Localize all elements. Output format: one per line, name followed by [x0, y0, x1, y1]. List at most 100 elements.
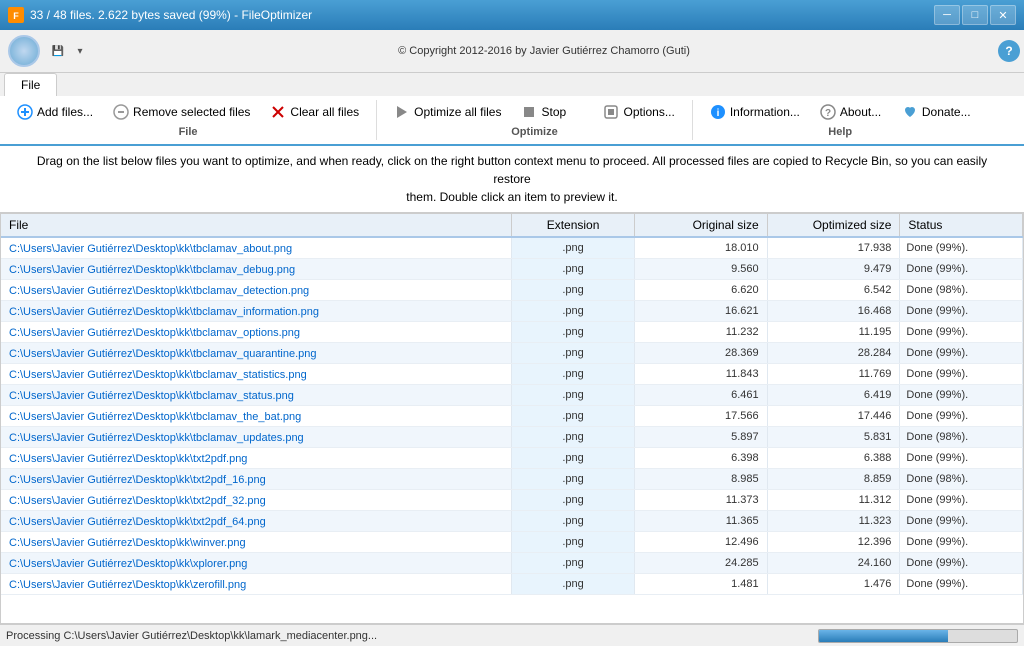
file-link[interactable]: C:\Users\Javier Gutiérrez\Desktop\kk\txt…	[9, 495, 266, 507]
about-icon: ?	[820, 104, 836, 120]
cell-extension: .png	[512, 406, 635, 427]
minimize-button[interactable]: ─	[934, 5, 960, 25]
th-status[interactable]: Status	[900, 214, 1023, 237]
quick-save-button[interactable]: 💾	[48, 41, 68, 61]
table-row[interactable]: C:\Users\Javier Gutiérrez\Desktop\kk\tbc…	[1, 237, 1023, 259]
file-link[interactable]: C:\Users\Javier Gutiérrez\Desktop\kk\tbc…	[9, 243, 292, 255]
file-link[interactable]: C:\Users\Javier Gutiérrez\Desktop\kk\win…	[9, 537, 246, 549]
table-row[interactable]: C:\Users\Javier Gutiérrez\Desktop\kk\tbc…	[1, 259, 1023, 280]
donate-icon	[902, 104, 918, 120]
help-button[interactable]: ?	[998, 40, 1020, 62]
cell-file[interactable]: C:\Users\Javier Gutiérrez\Desktop\kk\zer…	[1, 574, 512, 595]
cell-optimized-size: 6.542	[767, 280, 900, 301]
table-row[interactable]: C:\Users\Javier Gutiérrez\Desktop\kk\tbc…	[1, 406, 1023, 427]
file-link[interactable]: C:\Users\Javier Gutiérrez\Desktop\kk\tbc…	[9, 285, 309, 297]
cell-extension: .png	[512, 469, 635, 490]
cell-file[interactable]: C:\Users\Javier Gutiérrez\Desktop\kk\tbc…	[1, 259, 512, 280]
optimize-all-label: Optimize all files	[414, 105, 501, 119]
cell-file[interactable]: C:\Users\Javier Gutiérrez\Desktop\kk\tbc…	[1, 322, 512, 343]
file-link[interactable]: C:\Users\Javier Gutiérrez\Desktop\kk\tbc…	[9, 390, 294, 402]
cell-file[interactable]: C:\Users\Javier Gutiérrez\Desktop\kk\tbc…	[1, 280, 512, 301]
cell-file[interactable]: C:\Users\Javier Gutiérrez\Desktop\kk\txt…	[1, 448, 512, 469]
file-link[interactable]: C:\Users\Javier Gutiérrez\Desktop\kk\tbc…	[9, 369, 307, 381]
file-link[interactable]: C:\Users\Javier Gutiérrez\Desktop\kk\txt…	[9, 474, 266, 486]
th-extension[interactable]: Extension	[512, 214, 635, 237]
th-original-size[interactable]: Original size	[634, 214, 767, 237]
stop-button[interactable]: Stop	[512, 100, 592, 124]
file-link[interactable]: C:\Users\Javier Gutiérrez\Desktop\kk\tbc…	[9, 306, 319, 318]
cell-status: Done (98%).	[900, 469, 1023, 490]
table-row[interactable]: C:\Users\Javier Gutiérrez\Desktop\kk\txt…	[1, 448, 1023, 469]
table-row[interactable]: C:\Users\Javier Gutiérrez\Desktop\kk\txt…	[1, 469, 1023, 490]
file-link[interactable]: C:\Users\Javier Gutiérrez\Desktop\kk\txt…	[9, 453, 247, 465]
cell-file[interactable]: C:\Users\Javier Gutiérrez\Desktop\kk\tbc…	[1, 385, 512, 406]
ribbon: Add files... Remove selected files Clear…	[0, 96, 1024, 146]
cell-original-size: 6.620	[634, 280, 767, 301]
clear-all-button[interactable]: Clear all files	[261, 100, 368, 124]
cell-file[interactable]: C:\Users\Javier Gutiérrez\Desktop\kk\tbc…	[1, 343, 512, 364]
table-row[interactable]: C:\Users\Javier Gutiérrez\Desktop\kk\tbc…	[1, 322, 1023, 343]
table-row[interactable]: C:\Users\Javier Gutiérrez\Desktop\kk\tbc…	[1, 385, 1023, 406]
cell-optimized-size: 6.419	[767, 385, 900, 406]
cell-file[interactable]: C:\Users\Javier Gutiérrez\Desktop\kk\tbc…	[1, 406, 512, 427]
window-controls: ─ □ ✕	[934, 5, 1016, 25]
quick-dropdown-button[interactable]: ▾	[70, 41, 90, 61]
cell-file[interactable]: C:\Users\Javier Gutiérrez\Desktop\kk\tbc…	[1, 301, 512, 322]
cell-file[interactable]: C:\Users\Javier Gutiérrez\Desktop\kk\win…	[1, 532, 512, 553]
cell-original-size: 9.560	[634, 259, 767, 280]
table-row[interactable]: C:\Users\Javier Gutiérrez\Desktop\kk\tbc…	[1, 364, 1023, 385]
table-row[interactable]: C:\Users\Javier Gutiérrez\Desktop\kk\tbc…	[1, 280, 1023, 301]
cell-optimized-size: 16.468	[767, 301, 900, 322]
quick-access-toolbar: 💾 ▾	[48, 41, 90, 61]
table-row[interactable]: C:\Users\Javier Gutiérrez\Desktop\kk\txt…	[1, 511, 1023, 532]
status-bar: Processing C:\Users\Javier Gutiérrez\Des…	[0, 624, 1024, 646]
table-row[interactable]: C:\Users\Javier Gutiérrez\Desktop\kk\tbc…	[1, 427, 1023, 448]
optimize-all-button[interactable]: Optimize all files	[385, 100, 510, 124]
table-row[interactable]: C:\Users\Javier Gutiérrez\Desktop\kk\xpl…	[1, 553, 1023, 574]
cell-original-size: 11.365	[634, 511, 767, 532]
tab-file[interactable]: File	[4, 73, 57, 96]
remove-selected-button[interactable]: Remove selected files	[104, 100, 259, 124]
th-file[interactable]: File	[1, 214, 512, 237]
svg-text:F: F	[13, 11, 19, 21]
file-link[interactable]: C:\Users\Javier Gutiérrez\Desktop\kk\txt…	[9, 516, 266, 528]
options-button[interactable]: Options...	[594, 100, 683, 124]
file-link[interactable]: C:\Users\Javier Gutiérrez\Desktop\kk\tbc…	[9, 327, 300, 339]
cell-extension: .png	[512, 301, 635, 322]
file-link[interactable]: C:\Users\Javier Gutiérrez\Desktop\kk\tbc…	[9, 348, 317, 360]
ribbon-help-buttons: i Information... ? About... Donate...	[701, 100, 980, 124]
information-button[interactable]: i Information...	[701, 100, 809, 124]
cell-file[interactable]: C:\Users\Javier Gutiérrez\Desktop\kk\tbc…	[1, 364, 512, 385]
cell-optimized-size: 1.476	[767, 574, 900, 595]
table-row[interactable]: C:\Users\Javier Gutiérrez\Desktop\kk\txt…	[1, 490, 1023, 511]
cell-original-size: 28.369	[634, 343, 767, 364]
cell-original-size: 6.461	[634, 385, 767, 406]
file-link[interactable]: C:\Users\Javier Gutiérrez\Desktop\kk\tbc…	[9, 411, 301, 423]
cell-optimized-size: 9.479	[767, 259, 900, 280]
th-optimized-size[interactable]: Optimized size	[767, 214, 900, 237]
file-link[interactable]: C:\Users\Javier Gutiérrez\Desktop\kk\zer…	[9, 579, 246, 591]
cell-file[interactable]: C:\Users\Javier Gutiérrez\Desktop\kk\tbc…	[1, 237, 512, 259]
table-row[interactable]: C:\Users\Javier Gutiérrez\Desktop\kk\tbc…	[1, 343, 1023, 364]
file-link[interactable]: C:\Users\Javier Gutiérrez\Desktop\kk\tbc…	[9, 432, 304, 444]
instruction-line1: Drag on the list below files you want to…	[37, 154, 987, 186]
cell-file[interactable]: C:\Users\Javier Gutiérrez\Desktop\kk\txt…	[1, 511, 512, 532]
file-link[interactable]: C:\Users\Javier Gutiérrez\Desktop\kk\xpl…	[9, 558, 247, 570]
cell-file[interactable]: C:\Users\Javier Gutiérrez\Desktop\kk\txt…	[1, 469, 512, 490]
cell-extension: .png	[512, 490, 635, 511]
table-row[interactable]: C:\Users\Javier Gutiérrez\Desktop\kk\tbc…	[1, 301, 1023, 322]
cell-file[interactable]: C:\Users\Javier Gutiérrez\Desktop\kk\xpl…	[1, 553, 512, 574]
add-files-button[interactable]: Add files...	[8, 100, 102, 124]
table-row[interactable]: C:\Users\Javier Gutiérrez\Desktop\kk\win…	[1, 532, 1023, 553]
cell-original-size: 1.481	[634, 574, 767, 595]
cell-optimized-size: 17.938	[767, 237, 900, 259]
cell-file[interactable]: C:\Users\Javier Gutiérrez\Desktop\kk\tbc…	[1, 427, 512, 448]
about-button[interactable]: ? About...	[811, 100, 891, 124]
maximize-button[interactable]: □	[962, 5, 988, 25]
file-table-container[interactable]: File Extension Original size Optimized s…	[0, 213, 1024, 624]
file-link[interactable]: C:\Users\Javier Gutiérrez\Desktop\kk\tbc…	[9, 264, 295, 276]
close-button[interactable]: ✕	[990, 5, 1016, 25]
table-row[interactable]: C:\Users\Javier Gutiérrez\Desktop\kk\zer…	[1, 574, 1023, 595]
donate-button[interactable]: Donate...	[893, 100, 980, 124]
cell-file[interactable]: C:\Users\Javier Gutiérrez\Desktop\kk\txt…	[1, 490, 512, 511]
